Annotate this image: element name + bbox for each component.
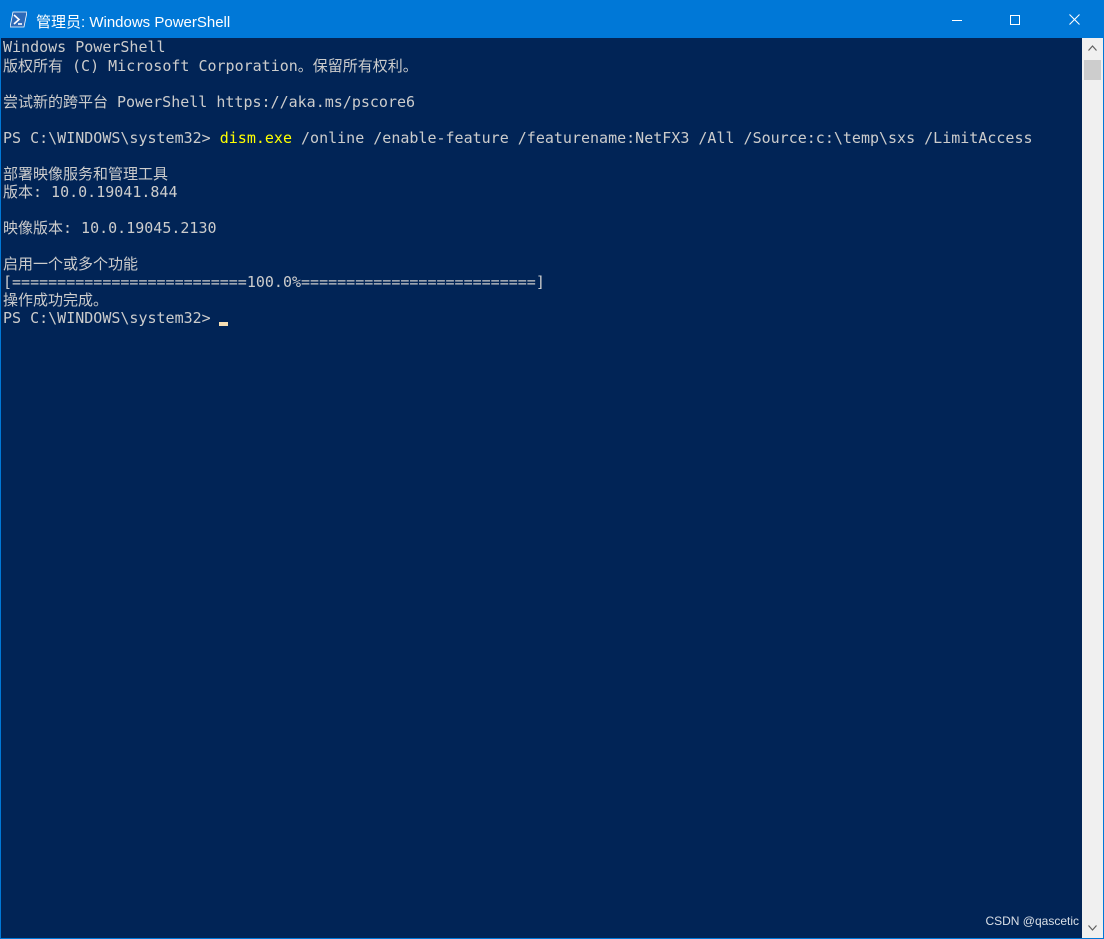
console-line: 尝试新的跨平台 PowerShell https://aka.ms/pscore… [3, 93, 416, 111]
minimize-icon [952, 19, 962, 21]
console-line: 版本: 10.0.19041.844 [3, 183, 178, 201]
powershell-window: 管理员: Windows PowerShell Windows PowerShe… [0, 0, 1104, 939]
console-line: 版权所有 (C) Microsoft Corporation。保留所有权利。 [3, 57, 418, 75]
prompt: PS C:\WINDOWS\system32> [3, 129, 220, 147]
scrollbar-thumb[interactable] [1084, 60, 1101, 80]
window-title: 管理员: Windows PowerShell [36, 14, 231, 31]
console-line: 启用一个或多个功能 [3, 255, 139, 273]
console-line: 部署映像服务和管理工具 [3, 165, 169, 183]
close-icon [1068, 14, 1080, 25]
title-bar[interactable]: 管理员: Windows PowerShell [1, 1, 1103, 38]
text-cursor [219, 322, 228, 326]
close-button[interactable] [1045, 1, 1103, 38]
console-line: Windows PowerShell [3, 38, 166, 56]
command-args: /online /enable-feature /featurename:Net… [292, 129, 1033, 147]
powershell-icon [10, 11, 27, 28]
console-line: 映像版本: 10.0.19045.2130 [3, 219, 217, 237]
vertical-scrollbar[interactable] [1082, 38, 1103, 938]
maximize-icon [1010, 14, 1020, 25]
chevron-up-icon [1088, 45, 1097, 51]
command-line: PS C:\WINDOWS\system32> dism.exe /online… [3, 129, 1033, 147]
console-output[interactable]: Windows PowerShell 版权所有 (C) Microsoft Co… [1, 38, 1082, 938]
minimize-button[interactable] [928, 1, 986, 38]
maximize-button[interactable] [986, 1, 1044, 38]
console-line: 操作成功完成。 [3, 291, 109, 309]
scroll-down-button[interactable] [1082, 918, 1103, 938]
scroll-up-button[interactable] [1082, 38, 1103, 58]
current-prompt: PS C:\WINDOWS\system32> [3, 309, 220, 327]
watermark: CSDN @qascetic [985, 914, 1079, 928]
chevron-down-icon [1088, 925, 1097, 931]
command-exe: dism.exe [219, 129, 292, 147]
progress-bar-text: [==========================100.0%=======… [3, 273, 545, 291]
